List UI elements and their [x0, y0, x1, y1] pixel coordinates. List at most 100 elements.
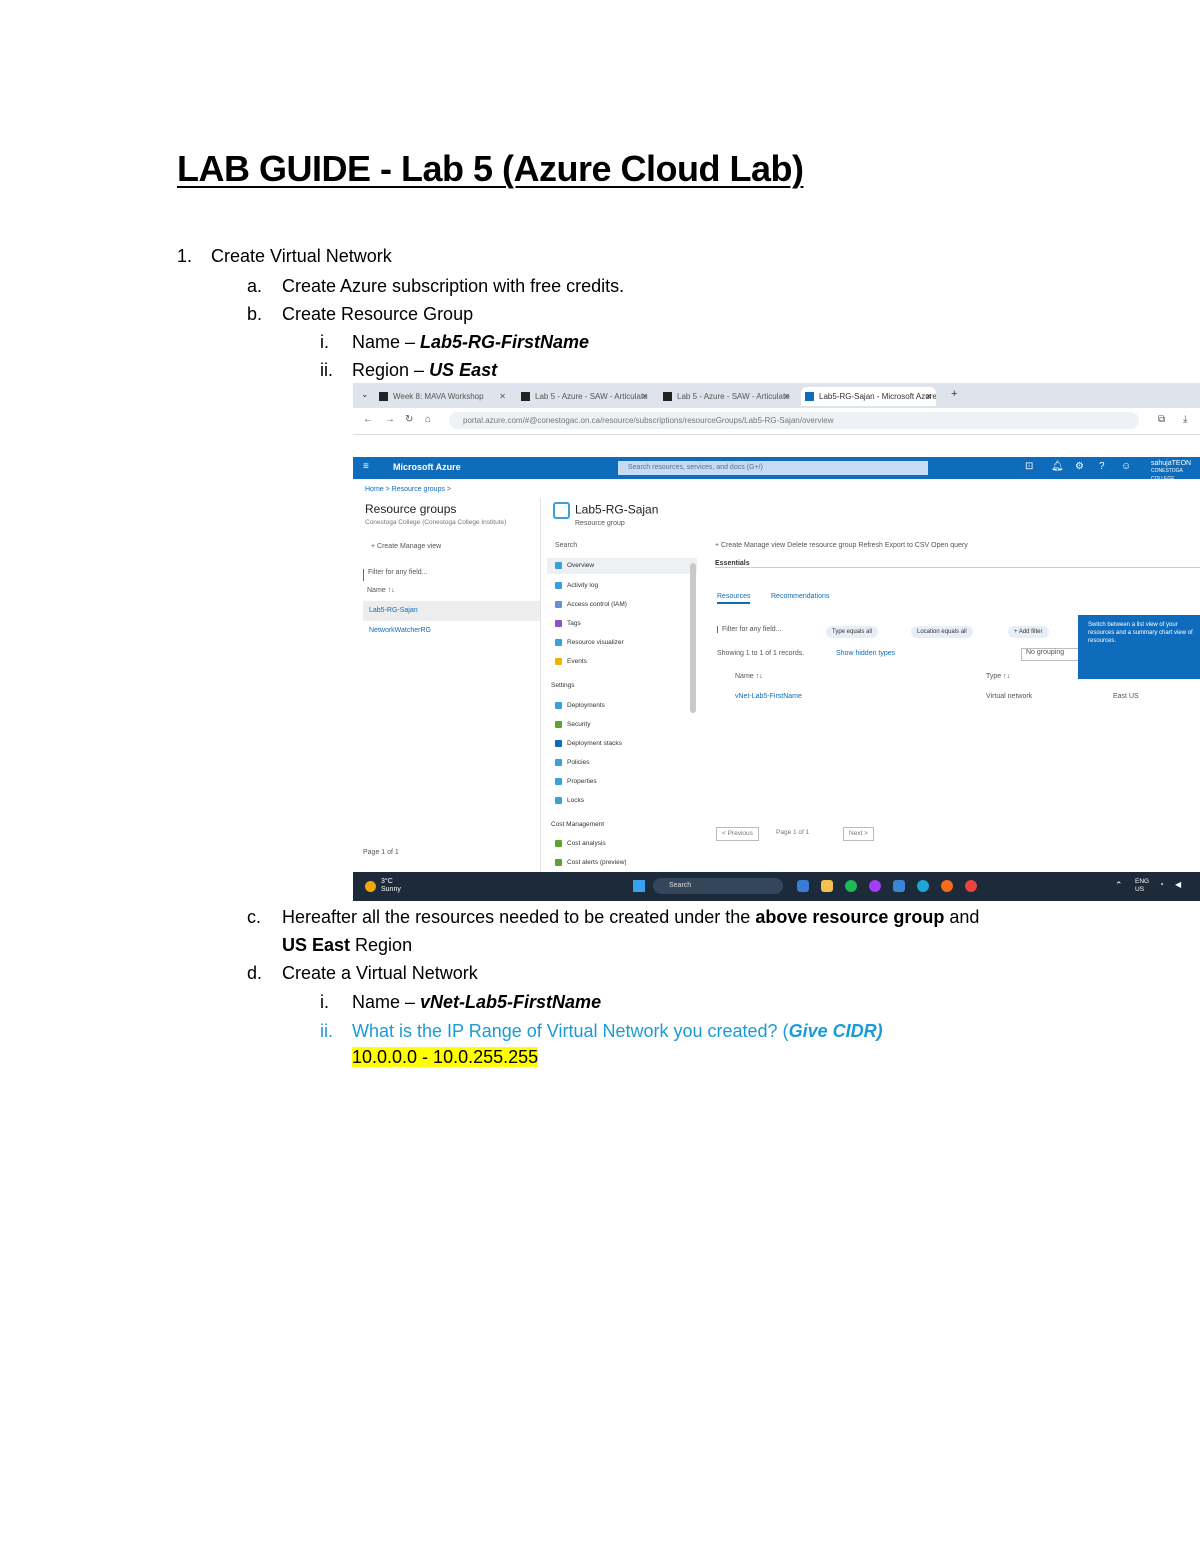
- address-bar: ← → ↻ ⌂ portal.azure.com/#@conestogac.on…: [353, 408, 1200, 435]
- resource-row-name[interactable]: vNet-Lab5-FirstName: [735, 693, 802, 700]
- cloud-shell-icon[interactable]: ⊡: [1025, 461, 1033, 472]
- menu-item-visualizer[interactable]: Resource visualizer: [555, 639, 624, 646]
- resource-subtitle: Resource group: [575, 520, 625, 527]
- extensions-icon[interactable]: ⧉: [1158, 414, 1165, 425]
- browser-tab[interactable]: Lab 5 - Azure - SAW - Articulate ✕: [659, 387, 794, 406]
- edge-icon[interactable]: [917, 880, 929, 892]
- pager[interactable]: Page 1 of 1: [363, 849, 399, 856]
- add-filter-button[interactable]: + Add filter: [1008, 626, 1049, 638]
- item-number: ii.: [320, 1021, 333, 1041]
- menu-item-tags[interactable]: Tags: [555, 620, 581, 627]
- browser-tab-active[interactable]: Lab5-RG-Sajan - Microsoft Azure ✕: [801, 387, 936, 406]
- task-view-icon[interactable]: [797, 880, 809, 892]
- item-number: b.: [247, 304, 263, 324]
- azure-brand[interactable]: Microsoft Azure: [393, 462, 461, 472]
- account-menu[interactable]: sahujaTEON CONESTOGA COLLEGE: [1151, 460, 1200, 483]
- menu-item-security[interactable]: Security: [555, 721, 590, 728]
- breadcrumb[interactable]: Home > Resource groups >: [365, 486, 451, 493]
- page-selector[interactable]: Page 1 of 1: [771, 827, 814, 839]
- menu-item-deployments[interactable]: Deployments: [555, 702, 605, 709]
- field-label: Region –: [352, 360, 430, 380]
- download-icon[interactable]: ⤓: [1183, 414, 1187, 425]
- back-icon[interactable]: ←: [363, 414, 373, 425]
- gear-icon[interactable]: ⚙: [1075, 461, 1084, 472]
- show-hidden-toggle[interactable]: Show hidden types: [836, 650, 895, 657]
- question-text: What is the IP Range of Virtual Network …: [352, 1021, 883, 1041]
- panel-toolbar[interactable]: + Create Manage view: [371, 543, 441, 550]
- file-explorer-icon[interactable]: [821, 880, 833, 892]
- close-icon[interactable]: ✕: [641, 387, 648, 406]
- language-indicator[interactable]: ENG US: [1135, 878, 1149, 894]
- list-item-text-continued: US East Region: [282, 935, 413, 955]
- list-item-text: Name – Lab5-RG-FirstName: [352, 331, 589, 353]
- events-icon: [555, 658, 562, 665]
- browser-tab[interactable]: Lab 5 - Azure - SAW - Articulate ✕: [517, 387, 652, 406]
- menu-item-overview[interactable]: Overview: [555, 562, 594, 569]
- messenger-icon[interactable]: [869, 880, 881, 892]
- essentials-toggle[interactable]: Essentials: [715, 560, 1200, 568]
- menu-item-stacks[interactable]: Deployment stacks: [555, 740, 622, 747]
- column-type[interactable]: Type ↑↓: [986, 673, 1010, 680]
- column-name[interactable]: Name ↑↓: [735, 673, 763, 680]
- new-tab-icon[interactable]: +: [951, 388, 957, 400]
- reload-icon[interactable]: ↻: [405, 414, 413, 425]
- resource-menu: Lab5-RG-Sajan Resource group Search Over…: [540, 498, 701, 873]
- deployments-icon: [555, 702, 562, 709]
- menu-icon[interactable]: ≡: [363, 461, 369, 472]
- filter-pill-location[interactable]: Location equals all: [911, 626, 973, 638]
- help-icon[interactable]: ?: [1099, 461, 1105, 472]
- menu-item-cost-analysis[interactable]: Cost analysis: [555, 840, 606, 847]
- wifi-icon[interactable]: ◔: [1159, 880, 1164, 889]
- mail-icon[interactable]: [893, 880, 905, 892]
- feedback-icon[interactable]: ☺: [1121, 461, 1131, 472]
- menu-scrollbar[interactable]: [690, 563, 696, 713]
- menu-item-policies[interactable]: Policies: [555, 759, 589, 766]
- previous-button[interactable]: < Previous: [716, 827, 759, 841]
- menu-item-cost-alerts[interactable]: Cost alerts (preview): [555, 859, 627, 866]
- panel-title: Resource groups: [365, 502, 457, 516]
- tab-recommendations[interactable]: Recommendations: [771, 593, 829, 600]
- tab-resources[interactable]: Resources: [717, 593, 751, 604]
- forward-icon[interactable]: →: [385, 414, 395, 425]
- policies-icon: [555, 759, 562, 766]
- menu-item-iam[interactable]: Access control (IAM): [555, 601, 627, 608]
- properties-icon: [555, 778, 562, 785]
- tab-favicon-icon: [379, 392, 388, 402]
- menu-item-properties[interactable]: Properties: [555, 778, 597, 785]
- home-icon[interactable]: ⌂: [425, 414, 431, 425]
- windows-start-icon[interactable]: [633, 880, 645, 892]
- close-icon[interactable]: ✕: [783, 387, 790, 406]
- azure-search-input[interactable]: Search resources, services, and docs (G+…: [618, 461, 928, 475]
- browser-tab[interactable]: Week 8: MAVA Workshop ✕: [375, 387, 510, 406]
- next-button[interactable]: Next >: [843, 827, 874, 841]
- column-header[interactable]: Name ↑↓: [367, 587, 395, 594]
- weather-widget[interactable]: 3°C Sunny: [381, 878, 401, 894]
- table-row[interactable]: NetworkWatcherRG: [369, 627, 431, 634]
- taskbar-search[interactable]: Search: [653, 878, 783, 894]
- firefox-icon[interactable]: [941, 880, 953, 892]
- close-icon[interactable]: ✕: [499, 387, 506, 406]
- url-input[interactable]: portal.azure.com/#@conestogac.on.ca/reso…: [449, 412, 1139, 429]
- content-toolbar[interactable]: + Create Manage view Delete resource gro…: [715, 542, 968, 549]
- filter-pill-type[interactable]: Type equals all: [826, 626, 879, 638]
- menu-search[interactable]: Search: [555, 542, 577, 549]
- spotify-icon[interactable]: [845, 880, 857, 892]
- chrome-icon[interactable]: [965, 880, 977, 892]
- highlighted-answer: 10.0.0.0 - 10.0.255.255: [352, 1047, 539, 1067]
- menu-item-events[interactable]: Events: [555, 658, 587, 665]
- tab-favicon-icon: [663, 392, 672, 402]
- notifications-icon[interactable]: 🔔︎: [1051, 461, 1064, 472]
- emphasis: US East: [282, 935, 351, 955]
- emphasis: above resource group: [755, 907, 945, 927]
- resource-group-icon: [553, 502, 570, 519]
- chevron-up-icon[interactable]: ⌃: [1115, 880, 1123, 891]
- close-icon[interactable]: ✕: [925, 387, 932, 406]
- table-row[interactable]: Lab5-RG-Sajan: [369, 607, 418, 614]
- menu-item-activity-log[interactable]: Activity log: [555, 582, 598, 589]
- filter-input[interactable]: Filter for any field...: [363, 569, 538, 581]
- volume-icon[interactable]: ◀: [1175, 880, 1181, 889]
- field-value: vNet-Lab5-FirstName: [420, 992, 602, 1012]
- content-filter-input[interactable]: Filter for any field...: [717, 626, 814, 633]
- menu-item-locks[interactable]: Locks: [555, 797, 584, 804]
- field-value: Lab5-RG-FirstName: [420, 332, 590, 352]
